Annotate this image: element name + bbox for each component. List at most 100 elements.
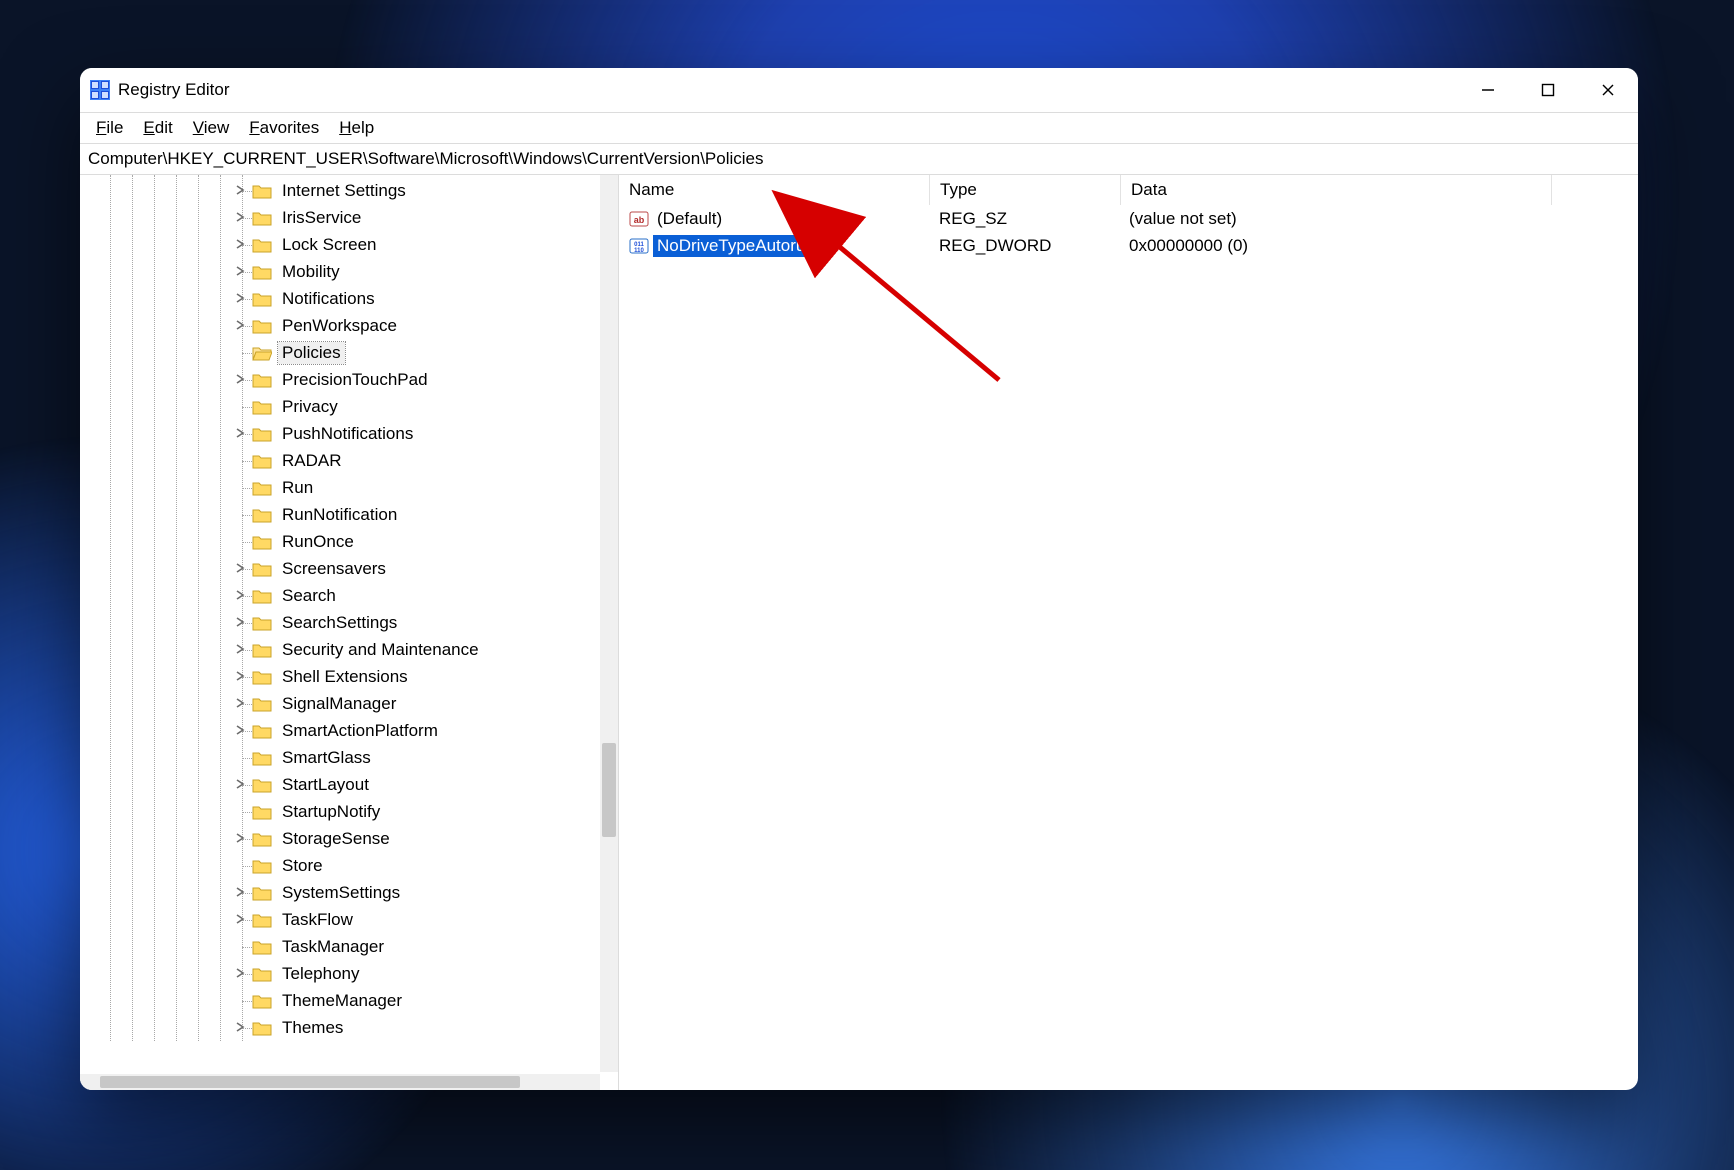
folder-icon bbox=[252, 588, 272, 604]
expand-chevron-icon[interactable] bbox=[232, 884, 248, 900]
expand-chevron-icon[interactable] bbox=[232, 182, 248, 198]
expand-chevron-icon[interactable] bbox=[232, 965, 248, 981]
tree-node[interactable]: Search bbox=[80, 582, 600, 609]
expand-chevron-icon[interactable] bbox=[232, 263, 248, 279]
expand-chevron-icon[interactable] bbox=[232, 236, 248, 252]
tree-node[interactable]: Internet Settings bbox=[80, 177, 600, 204]
column-data[interactable]: Data bbox=[1121, 175, 1552, 205]
tree-node[interactable]: Notifications bbox=[80, 285, 600, 312]
tree-node[interactable]: PenWorkspace bbox=[80, 312, 600, 339]
menu-file[interactable]: File bbox=[86, 115, 133, 141]
tree-node[interactable]: RADAR bbox=[80, 447, 600, 474]
close-button[interactable] bbox=[1578, 68, 1638, 112]
tree-node[interactable]: StartLayout bbox=[80, 771, 600, 798]
tree-node[interactable]: TaskManager bbox=[80, 933, 600, 960]
tree-node[interactable]: RunNotification bbox=[80, 501, 600, 528]
tree-node-label: PushNotifications bbox=[278, 423, 417, 445]
tree-node-label: Screensavers bbox=[278, 558, 390, 580]
value-row[interactable]: NoDriveTypeAutorunREG_DWORD0x00000000 (0… bbox=[619, 232, 1638, 259]
tree-node-label: PenWorkspace bbox=[278, 315, 401, 337]
tree-node-label: SignalManager bbox=[278, 693, 400, 715]
tree-v-thumb[interactable] bbox=[602, 743, 616, 837]
expand-chevron-icon[interactable] bbox=[232, 1019, 248, 1035]
tree-node[interactable]: PushNotifications bbox=[80, 420, 600, 447]
tree-node[interactable]: Mobility bbox=[80, 258, 600, 285]
tree-node[interactable]: Themes bbox=[80, 1014, 600, 1041]
expand-chevron-icon[interactable] bbox=[232, 614, 248, 630]
tree-node[interactable]: Privacy bbox=[80, 393, 600, 420]
tree-node[interactable]: Store bbox=[80, 852, 600, 879]
expand-chevron-icon[interactable] bbox=[232, 695, 248, 711]
menu-favorites[interactable]: Favorites bbox=[239, 115, 329, 141]
minimize-button[interactable] bbox=[1458, 68, 1518, 112]
column-name[interactable]: Name bbox=[619, 175, 930, 205]
tree-node[interactable]: StorageSense bbox=[80, 825, 600, 852]
tree-node[interactable]: StartupNotify bbox=[80, 798, 600, 825]
value-row[interactable]: (Default)REG_SZ(value not set) bbox=[619, 205, 1638, 232]
tree-node[interactable]: Lock Screen bbox=[80, 231, 600, 258]
tree-vertical-scrollbar[interactable] bbox=[600, 175, 618, 1072]
expand-chevron-icon[interactable] bbox=[232, 587, 248, 603]
tree-node-label: ThemeManager bbox=[278, 990, 406, 1012]
tree-node[interactable]: Telephony bbox=[80, 960, 600, 987]
tree-h-thumb[interactable] bbox=[100, 1076, 520, 1088]
expand-chevron-icon[interactable] bbox=[232, 830, 248, 846]
tree-node[interactable]: TaskFlow bbox=[80, 906, 600, 933]
expand-chevron-icon[interactable] bbox=[232, 425, 248, 441]
maximize-button[interactable] bbox=[1518, 68, 1578, 112]
folder-icon bbox=[252, 804, 272, 820]
folder-icon bbox=[252, 939, 272, 955]
expand-chevron-icon[interactable] bbox=[232, 641, 248, 657]
folder-icon bbox=[252, 858, 272, 874]
expand-chevron-icon[interactable] bbox=[232, 722, 248, 738]
column-type[interactable]: Type bbox=[930, 175, 1121, 205]
folder-icon bbox=[252, 183, 272, 199]
address-bar[interactable]: Computer\HKEY_CURRENT_USER\Software\Micr… bbox=[80, 144, 1638, 175]
tree-node[interactable]: Screensavers bbox=[80, 555, 600, 582]
tree-node[interactable]: SystemSettings bbox=[80, 879, 600, 906]
tree-node[interactable]: RunOnce bbox=[80, 528, 600, 555]
tree-node-label: TaskFlow bbox=[278, 909, 357, 931]
expand-chevron-icon[interactable] bbox=[232, 290, 248, 306]
tree-node[interactable]: SignalManager bbox=[80, 690, 600, 717]
folder-icon bbox=[252, 264, 272, 280]
folder-icon bbox=[252, 615, 272, 631]
folder-icon bbox=[252, 453, 272, 469]
folder-icon bbox=[252, 534, 272, 550]
tree-node[interactable]: ThemeManager bbox=[80, 987, 600, 1014]
tree-node-label: SystemSettings bbox=[278, 882, 404, 904]
tree-node[interactable]: Policies bbox=[80, 339, 600, 366]
tree-node[interactable]: SmartActionPlatform bbox=[80, 717, 600, 744]
tree-node-label: RunNotification bbox=[278, 504, 401, 526]
folder-icon bbox=[252, 723, 272, 739]
values-pane: Name Type Data (Default)REG_SZ(value not… bbox=[619, 175, 1638, 1090]
menubar: File Edit View Favorites Help bbox=[80, 113, 1638, 144]
tree-node[interactable]: Security and Maintenance bbox=[80, 636, 600, 663]
tree-node[interactable]: IrisService bbox=[80, 204, 600, 231]
menu-help[interactable]: Help bbox=[329, 115, 384, 141]
expand-chevron-icon[interactable] bbox=[232, 560, 248, 576]
tree-node[interactable]: PrecisionTouchPad bbox=[80, 366, 600, 393]
expand-chevron-icon[interactable] bbox=[232, 776, 248, 792]
tree-node[interactable]: Run bbox=[80, 474, 600, 501]
titlebar[interactable]: Registry Editor bbox=[80, 68, 1638, 113]
folder-icon bbox=[252, 642, 272, 658]
tree-node-label: SmartGlass bbox=[278, 747, 375, 769]
tree-node-label: PrecisionTouchPad bbox=[278, 369, 432, 391]
expand-chevron-icon[interactable] bbox=[232, 371, 248, 387]
menu-view[interactable]: View bbox=[183, 115, 240, 141]
menu-edit[interactable]: Edit bbox=[133, 115, 182, 141]
expand-chevron-icon[interactable] bbox=[232, 317, 248, 333]
column-headers[interactable]: Name Type Data bbox=[619, 175, 1638, 205]
tree-node[interactable]: SearchSettings bbox=[80, 609, 600, 636]
expand-chevron-icon[interactable] bbox=[232, 209, 248, 225]
expand-chevron-icon[interactable] bbox=[232, 668, 248, 684]
tree-horizontal-scrollbar[interactable] bbox=[80, 1074, 600, 1090]
tree-node[interactable]: Shell Extensions bbox=[80, 663, 600, 690]
expand-chevron-icon[interactable] bbox=[232, 911, 248, 927]
tree-node-label: Run bbox=[278, 477, 317, 499]
registry-tree[interactable]: Internet SettingsIrisServiceLock ScreenM… bbox=[80, 175, 600, 1041]
regedit-icon bbox=[90, 80, 110, 100]
tree-node[interactable]: SmartGlass bbox=[80, 744, 600, 771]
tree-node-label: Store bbox=[278, 855, 327, 877]
